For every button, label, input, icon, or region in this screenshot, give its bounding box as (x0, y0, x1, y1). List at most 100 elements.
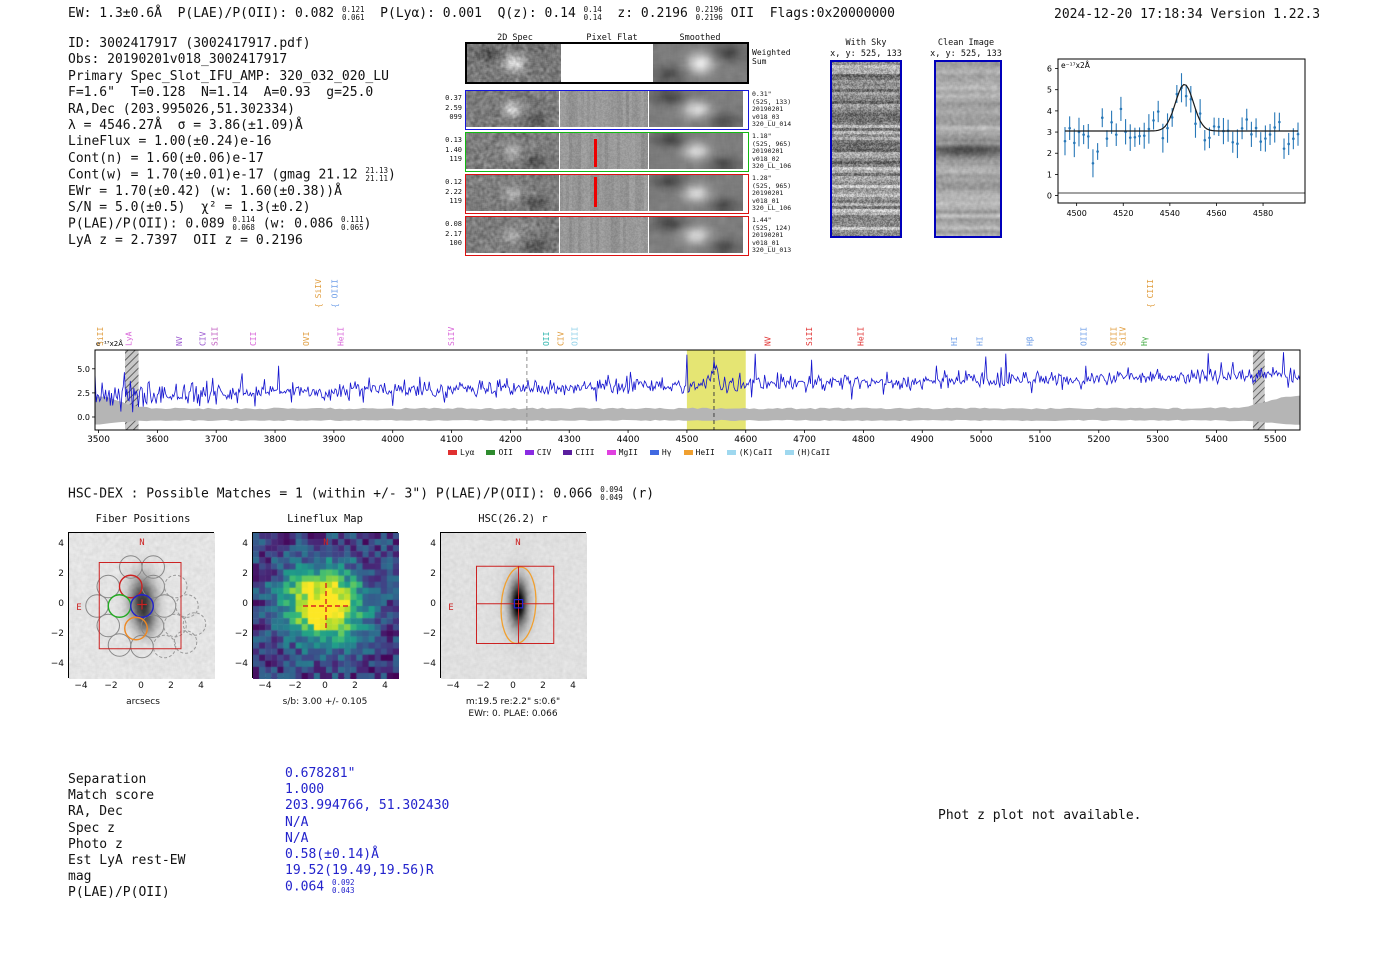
y-tick-label: 0.0 (77, 413, 90, 422)
match-row-label: Spec z (68, 820, 115, 836)
match-value-text: 19.52(19.49,19.56)R (285, 863, 434, 879)
report-datetime-version: 2024-12-20 17:18:34 Version 1.22.3 (1054, 7, 1321, 22)
match-row-value: 1.000 (285, 782, 324, 797)
fiber-circle-dashed (173, 630, 198, 654)
x-tick-label: 2 (352, 681, 358, 691)
spec2d-row-right-label: 0.31" (525, 133) 20190201 v018_03 320_LU… (752, 90, 792, 129)
x-tick-label: 3500 (87, 435, 110, 445)
text-segment: Cont(n) = 1.60(±0.06)e-17 (68, 150, 264, 166)
emission-line-label: LyA (124, 331, 133, 346)
y-tick-label: 5.0 (77, 365, 90, 374)
data-point (1091, 162, 1095, 165)
photz-note: Phot z plot not available. (938, 808, 1142, 823)
uncertainty-stack: 21.13 21.11 (365, 167, 388, 183)
match-value-text: 0.678281" (285, 766, 356, 781)
match-row-value: N/A (285, 815, 308, 830)
info-line: P(LAE)/P(OII): 0.089 0.114 0.068 (w: 0.08… (68, 216, 396, 232)
data-point (1194, 122, 1197, 126)
x-tick-label: 5200 (1087, 435, 1110, 445)
spec2d-row-left-label: 0.13 1.40 119 (445, 136, 462, 163)
match-value-text: N/A (285, 830, 309, 846)
data-point (1278, 120, 1281, 124)
match-value-text: N/A (285, 814, 309, 830)
data-point (1240, 127, 1244, 130)
legend-label: (H)CaII (796, 448, 831, 457)
text-segment: EW: 1.3±0.6Å P(LAE)/P(OII): 0.082 (68, 6, 342, 21)
data-point (1128, 136, 1132, 139)
data-point (1184, 94, 1188, 98)
match-row-label: Est LyA rest-EW (68, 853, 186, 868)
emission-line-label: CIV (556, 331, 565, 346)
fiber-circle (85, 594, 109, 618)
x-tick-label: −4 (446, 681, 460, 691)
text-segment: ) (363, 216, 372, 232)
emission-line-label: OIII (570, 327, 579, 346)
text-segment: ) (388, 167, 396, 183)
match-row-label: P(LAE)/P(OII) (68, 885, 170, 901)
x-tick-label: 5300 (1146, 435, 1169, 445)
legend-label: MgII (618, 448, 638, 457)
x-tick-label: 5100 (1028, 435, 1051, 445)
data-point (1259, 140, 1263, 143)
data-point (1147, 127, 1151, 131)
data-point (1133, 136, 1137, 139)
clean-coords: x, y: 525, 133 (930, 49, 1002, 59)
emission-line-label: CII (249, 331, 258, 346)
x-tick-label: 5000 (970, 435, 993, 445)
data-point (1296, 132, 1300, 136)
y-tick-label: 6 (1047, 65, 1052, 74)
text-segment: EWr = 1.70(±0.42) (w: 1.60(±0.38))Å (68, 183, 342, 199)
hsc-panel-title: HSC(26.2) r (478, 513, 548, 525)
fiber-circle-dashed (182, 612, 207, 636)
fiber-circle-highlight (124, 616, 148, 641)
hscdex-match-summary: HSC-DEX : Possible Matches = 1 (within +… (68, 486, 654, 502)
x-tick-label: 4200 (499, 435, 522, 445)
info-line: ID: 3002417917 (3002417917.pdf) (68, 36, 396, 52)
legend-label: Lyα (460, 448, 475, 457)
y-tick-label: 5 (1047, 86, 1052, 95)
text-segment: RA,Dec (203.995026,51.302334) (68, 101, 295, 117)
weighted-sum-label: Weighted Sum (752, 48, 791, 66)
uncertainty-stack: 0.092 0.043 (332, 879, 355, 895)
pixelflat-image (560, 133, 648, 169)
y-tick-label: 2 (58, 569, 64, 579)
data-point (1203, 138, 1207, 142)
hetdex-detection-report: EW: 1.3±0.6Å P(LAE)/P(OII): 0.082 0.121 0… (0, 0, 1400, 953)
data-point (1212, 125, 1216, 128)
y-tick-label: 4 (242, 539, 248, 549)
text-segment: P(LAE)/P(OII): 0.089 (68, 216, 233, 232)
emission-line-label: HeII (336, 327, 345, 346)
data-point (1217, 125, 1221, 129)
info-line: LineFlux = 1.00(±0.24)e-16 (68, 134, 396, 150)
header-summary-line: EW: 1.3±0.6Å P(LAE)/P(OII): 0.082 0.121 0… (68, 4, 895, 24)
data-point (1073, 141, 1076, 145)
spec2d-row (465, 216, 749, 256)
data-point (1068, 126, 1071, 130)
info-line: EWr = 1.70(±0.42) (w: 1.60(±0.38))Å (68, 184, 396, 200)
x-tick-label: 4560 (1206, 209, 1226, 218)
y-tick-label: −4 (50, 659, 64, 669)
x-tick-label: 4520 (1113, 209, 1133, 218)
match-row-value: 0.678281" (285, 766, 355, 781)
x-tick-label: 4400 (617, 435, 640, 445)
emission-line-label: Hβ (1025, 336, 1034, 346)
info-line: RA,Dec (203.995026,51.302334) (68, 102, 396, 118)
text-segment: P(Lyα): 0.001 Q(z): 0.14 (364, 6, 584, 21)
x-tick-label: 5400 (1205, 435, 1228, 445)
y-tick-label: −4 (234, 659, 248, 669)
x-tick-label: 4100 (440, 435, 463, 445)
legend-swatch (649, 450, 659, 455)
data-point (1231, 140, 1235, 144)
legend-label: CIII (575, 448, 595, 457)
emission-line-label: HI (975, 336, 984, 346)
east-label: E (76, 603, 81, 613)
spec2d-row-right-label: 1.18" (525, 965) 20190201 v018_02 320_LL… (752, 132, 792, 171)
fiber-circle-dashed (152, 634, 177, 659)
stack-bottom: 0.14 (583, 12, 602, 22)
north-label: N (515, 538, 520, 548)
x-tick-label: 0 (322, 681, 328, 691)
x-tick-label: 4500 (675, 435, 698, 445)
hsc-image-panel: NE (440, 532, 587, 679)
smoothed-image (649, 217, 743, 253)
uncertainty-stack: 0.111 0.065 (341, 216, 364, 232)
